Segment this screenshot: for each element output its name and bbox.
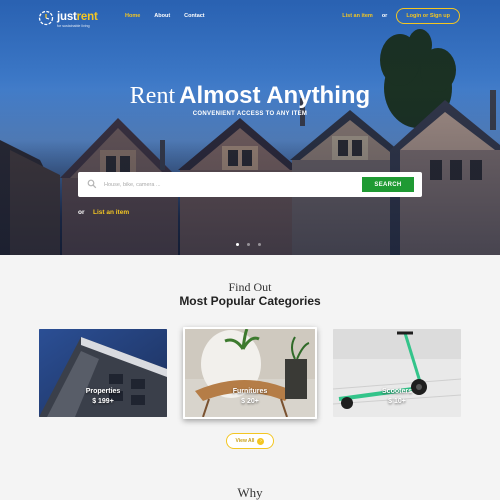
nav-links: Home About Contact bbox=[125, 13, 205, 19]
login-signup-button[interactable]: Login or Sign up bbox=[396, 8, 460, 24]
search-button[interactable]: SEARCH bbox=[362, 177, 414, 192]
logo-text: justrent for sustainable living bbox=[57, 8, 98, 29]
top-navigation: justrent for sustainable living Home Abo… bbox=[0, 0, 500, 32]
categories-title: Most Popular Categories bbox=[179, 294, 321, 308]
nav-link-home[interactable]: Home bbox=[125, 13, 140, 19]
category-card-scooters[interactable]: Scooters $ 10+ bbox=[333, 329, 461, 417]
hero-subtitle: CONVENIENT ACCESS TO ANY ITEM bbox=[192, 111, 308, 117]
hero-overlay bbox=[0, 0, 500, 255]
why-section-title: Why bbox=[237, 485, 263, 500]
nav-actions: List an item or Login or Sign up bbox=[342, 8, 460, 24]
logo-tagline: for sustainable living bbox=[57, 24, 90, 28]
search-bar: SEARCH bbox=[78, 172, 422, 197]
nav-or-text: or bbox=[381, 13, 388, 19]
hero-title-bold: Almost Anything bbox=[179, 82, 371, 109]
logo-wordmark: justrent bbox=[57, 11, 98, 23]
carousel-dot-2[interactable] bbox=[247, 243, 250, 246]
carousel-dot-1[interactable] bbox=[236, 243, 239, 246]
hero-section: justrent for sustainable living Home Abo… bbox=[0, 0, 500, 255]
view-all-button[interactable]: View All › bbox=[226, 433, 274, 449]
category-price: $ 10+ bbox=[388, 398, 406, 405]
categories-pretitle: Find Out bbox=[228, 280, 272, 294]
carousel-dots bbox=[236, 243, 261, 246]
clock-logo-icon bbox=[38, 11, 54, 26]
hero-title: Rent Almost Anything bbox=[0, 82, 500, 110]
hero-or-text: or bbox=[78, 209, 85, 216]
site-logo[interactable]: justrent for sustainable living bbox=[38, 8, 98, 29]
search-input[interactable] bbox=[104, 177, 354, 192]
view-all-label: View All bbox=[235, 438, 255, 444]
category-card-properties[interactable]: Properties $ 199+ bbox=[39, 329, 167, 417]
nav-link-contact[interactable]: Contact bbox=[184, 13, 204, 19]
arrow-right-icon: › bbox=[257, 437, 265, 445]
search-icon bbox=[87, 179, 97, 189]
nav-link-about[interactable]: About bbox=[154, 13, 170, 19]
category-price: $ 199+ bbox=[92, 398, 114, 405]
nav-list-item-link[interactable]: List an item bbox=[342, 13, 373, 19]
category-card-furnitures[interactable]: Furnitures $ 20+ bbox=[183, 327, 317, 419]
category-name: Furnitures bbox=[232, 388, 268, 395]
carousel-dot-3[interactable] bbox=[258, 243, 261, 246]
hero-list-item-link[interactable]: List an item bbox=[93, 209, 129, 216]
category-name: Scooters bbox=[382, 388, 412, 395]
hero-title-light: Rent bbox=[129, 83, 176, 109]
category-name: Properties bbox=[85, 388, 121, 395]
category-price: $ 20+ bbox=[241, 398, 259, 405]
